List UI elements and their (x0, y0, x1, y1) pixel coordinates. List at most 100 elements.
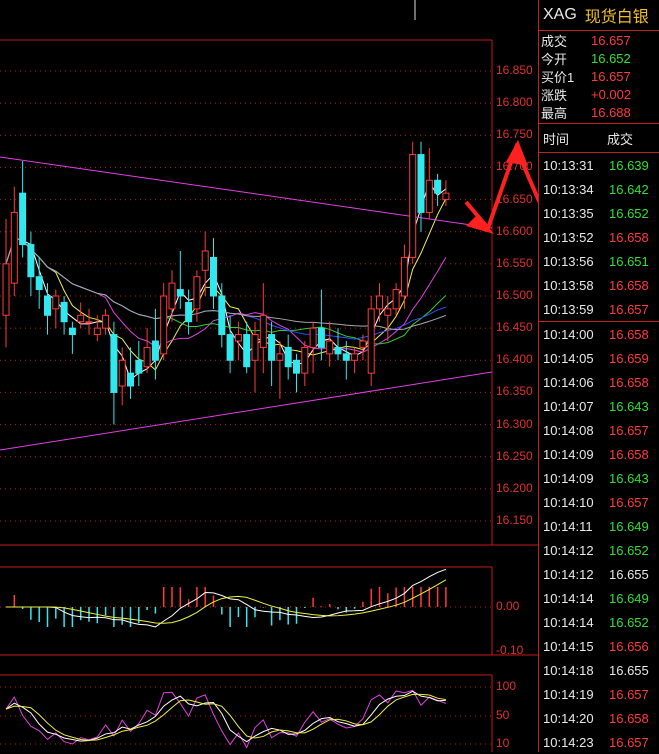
trade-row[interactable]: 10:14:10 16.657 (539, 490, 659, 514)
candle-body (168, 282, 176, 310)
trade-row[interactable]: 10:14:08 16.657 (539, 418, 659, 442)
quote-value: 16.657 (591, 32, 631, 48)
price-axis-label: 16.200 (496, 480, 533, 495)
trade-price: 16.655 (609, 566, 649, 582)
trade-time: 10:13:35 (543, 205, 594, 221)
trade-row[interactable]: 10:14:12 16.655 (539, 562, 659, 586)
candle-body (359, 340, 367, 348)
candle-body (417, 154, 425, 213)
trades-header-price: 成交 (607, 131, 634, 147)
trade-price: 16.657 (609, 686, 649, 702)
candle-body (218, 295, 226, 336)
kdj-j-line (5, 689, 447, 749)
trade-row[interactable]: 10:14:07 16.643 (539, 394, 659, 418)
trades-header: 时间 成交 (539, 124, 659, 153)
chart-canvas[interactable] (0, 0, 538, 752)
macd-axis-label: 0.00 (496, 599, 520, 613)
candle-body (326, 340, 334, 355)
candle-body (93, 327, 101, 336)
trade-row[interactable]: 10:14:09 16.658 (539, 442, 659, 466)
trade-row[interactable]: 10:14:06 16.658 (539, 370, 659, 394)
trade-row[interactable]: 10:14:11 16.649 (539, 514, 659, 538)
trade-time: 10:14:09 (543, 470, 594, 486)
trade-price: 16.643 (609, 398, 649, 414)
price-axis-label: 16.650 (496, 191, 533, 206)
trade-row[interactable]: 10:13:34 16.642 (539, 177, 659, 201)
price-axis-label: 16.750 (496, 127, 533, 142)
trade-row[interactable]: 10:13:31 16.639 (539, 153, 659, 177)
candle-body (19, 192, 27, 246)
candle-body (243, 334, 251, 368)
trade-row[interactable]: 10:14:00 16.658 (539, 322, 659, 346)
trade-row[interactable]: 10:13:35 16.652 (539, 201, 659, 225)
candle-body (60, 301, 68, 323)
trade-price: 16.658 (609, 326, 649, 342)
candle-body (384, 308, 392, 316)
quote-row: 最高 16.688 (539, 103, 659, 121)
candle-body (334, 346, 342, 355)
quote-label: 最高 (541, 105, 568, 121)
trade-row[interactable]: 10:14:09 16.643 (539, 466, 659, 490)
candle-body (52, 295, 60, 310)
candle-body (35, 276, 43, 291)
trade-time: 10:14:20 (543, 710, 594, 726)
macd-axis-label: -0.10 (496, 643, 524, 657)
candle-body (68, 327, 76, 336)
price-axis-label: 16.350 (496, 384, 533, 399)
candle-body (351, 353, 359, 361)
trade-row[interactable]: 10:14:20 16.658 (539, 706, 659, 730)
candle-body (392, 289, 400, 310)
trade-price: 16.655 (609, 662, 649, 678)
lower-trend-line (0, 371, 493, 451)
trade-time: 10:13:34 (543, 181, 594, 197)
trade-price: 16.652 (609, 205, 649, 221)
quote-label: 涨跌 (541, 87, 568, 103)
quote-value: 16.652 (591, 50, 631, 66)
candle-body (442, 192, 450, 201)
kline-chart-panel[interactable]: 16.850 16.800 16.750 16.700 16.650 16.600 16.5… (0, 0, 538, 752)
trade-row[interactable]: 10:13:56 16.651 (539, 249, 659, 273)
candle-body (376, 295, 383, 310)
kdj-axis-label: 100 (496, 679, 517, 693)
candle-body (251, 334, 259, 361)
trade-time: 10:14:05 (543, 350, 594, 366)
trade-time: 10:14:19 (543, 686, 594, 702)
trade-price: 16.643 (609, 470, 649, 486)
trade-row[interactable]: 10:14:19 16.657 (539, 682, 659, 706)
quote-value: 16.657 (591, 68, 631, 84)
trade-row[interactable]: 10:14:12 16.652 (539, 538, 659, 562)
trade-time: 10:14:11 (543, 518, 593, 534)
trade-time: 10:14:09 (543, 446, 594, 462)
trade-row[interactable]: 10:14:15 16.656 (539, 634, 659, 658)
candle-body (367, 308, 375, 374)
trade-row[interactable]: 10:14:14 16.652 (539, 610, 659, 634)
candle-body (234, 334, 242, 342)
symbol-name: 现货白银 (584, 9, 649, 26)
quote-row: 买价1 16.657 (539, 67, 659, 85)
candle-body (102, 314, 110, 329)
quote-row: 成交 16.657 (539, 31, 659, 49)
candle-body (160, 295, 168, 355)
trade-row[interactable]: 10:13:52 16.658 (539, 225, 659, 249)
trade-price: 16.658 (609, 229, 649, 245)
candle-body (2, 263, 10, 316)
candle-body (210, 256, 217, 297)
trade-price: 16.658 (609, 374, 649, 390)
trade-time: 10:13:31 (543, 157, 594, 173)
trade-price: 16.658 (609, 277, 649, 293)
trade-time: 10:13:59 (543, 301, 594, 317)
trade-row[interactable]: 10:14:23 16.657 (539, 730, 659, 754)
trade-row[interactable]: 10:13:58 16.658 (539, 273, 659, 297)
trade-row[interactable]: 10:14:05 16.659 (539, 346, 659, 370)
trade-row[interactable]: 10:14:14 16.649 (539, 586, 659, 610)
price-axis-label: 16.700 (496, 159, 533, 174)
trades-list[interactable]: 10:13:31 16.639 10:13:34 16.642 10:13:35 16.6… (539, 153, 659, 754)
trade-row[interactable]: 10:14:18 16.655 (539, 658, 659, 682)
symbol-header: XAG 现货白银 (539, 0, 659, 31)
trade-time: 10:14:06 (543, 374, 594, 390)
trade-time: 10:14:07 (543, 398, 594, 414)
trade-time: 10:14:12 (543, 566, 594, 582)
trade-row[interactable]: 10:13:59 16.657 (539, 297, 659, 322)
price-axis-label: 16.600 (496, 223, 533, 238)
candle-body (409, 154, 417, 258)
